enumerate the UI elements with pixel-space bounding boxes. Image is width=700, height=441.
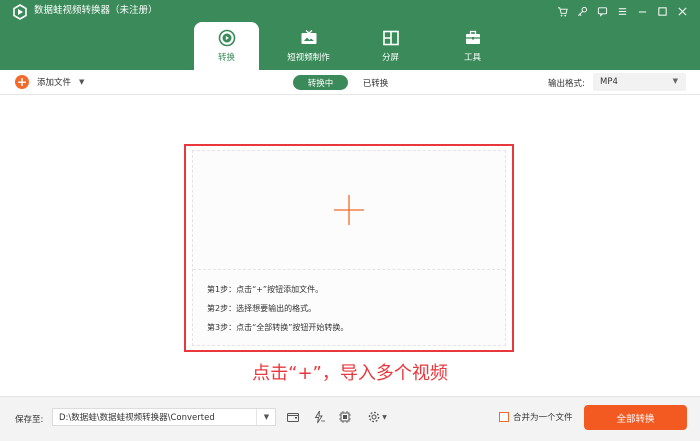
merge-checkbox[interactable]: 合并为一个文件 — [499, 411, 573, 423]
tab-label: 分屏 — [381, 53, 399, 63]
chevron-down-icon[interactable]: ▼ — [256, 409, 276, 425]
output-format-select[interactable]: MP4 ▼ — [593, 73, 686, 91]
tab-label: 短视频制作 — [287, 53, 330, 63]
cart-icon[interactable] — [552, 3, 572, 19]
tab-split-screen[interactable]: 分屏 — [358, 22, 423, 70]
output-format-value: MP4 — [600, 77, 618, 87]
step-1: 第1步：点击“+”按钮添加文件。 — [207, 285, 324, 294]
steps-list: 第1步：点击“+”按钮添加文件。 第2步：选择想要输出的格式。 第3步：点击“全… — [207, 280, 348, 337]
tab-converting[interactable]: 转换中 — [293, 75, 348, 90]
chevron-down-icon: ▼ — [672, 77, 678, 85]
logo-icon — [13, 4, 27, 20]
folder-icon[interactable] — [284, 408, 302, 426]
toolbox-icon — [465, 30, 480, 44]
chat-icon[interactable] — [592, 3, 612, 19]
tab-short-video[interactable]: 短视频制作 — [276, 22, 341, 70]
status-switch: 转换中 已转换 — [293, 75, 403, 90]
minimize-icon[interactable] — [632, 3, 652, 19]
tab-label: 转换 — [217, 53, 235, 63]
gpu-on-icon[interactable] — [336, 408, 354, 426]
key-icon[interactable] — [572, 3, 592, 19]
add-file-button[interactable]: + 添加文件 ▼ — [15, 75, 84, 89]
split-screen-icon — [382, 30, 399, 46]
window-controls — [552, 3, 692, 19]
tv-icon — [301, 30, 316, 44]
output-format-label: 输出格式: — [548, 79, 585, 89]
tab-label: 工具 — [463, 53, 481, 63]
app-header: 数据蛙视频转换器（未注册） 转换 短视频制作 分屏 工具 — [0, 0, 700, 70]
app-title: 数据蛙视频转换器（未注册） — [34, 5, 158, 16]
close-icon[interactable] — [672, 3, 692, 19]
plus-icon: + — [15, 75, 29, 89]
callout-text: 点击“+”，导入多个视频 — [252, 363, 448, 384]
highlight-frame: 第1步：点击“+”按钮添加文件。 第2步：选择想要输出的格式。 第3步：点击“全… — [184, 144, 514, 352]
gear-icon — [368, 411, 380, 423]
tab-tools[interactable]: 工具 — [440, 22, 505, 70]
convert-all-button[interactable]: 全部转换 — [584, 405, 687, 430]
save-to-label: 保存至: — [15, 415, 44, 425]
tab-converted[interactable]: 已转换 — [348, 75, 403, 90]
step-2: 第2步：选择想要输出的格式。 — [207, 304, 317, 313]
tab-convert[interactable]: 转换 — [194, 22, 259, 70]
divider — [193, 269, 505, 270]
merge-label: 合并为一个文件 — [513, 413, 573, 423]
checkbox[interactable] — [499, 412, 509, 422]
chevron-down-icon: ▼ — [382, 413, 387, 421]
hardware-acceleration-off-icon[interactable] — [310, 408, 328, 426]
main-area: 第1步：点击“+”按钮添加文件。 第2步：选择想要输出的格式。 第3步：点击“全… — [0, 96, 700, 396]
plus-icon — [334, 195, 364, 225]
add-file-plus-button[interactable] — [193, 151, 505, 269]
maximize-icon[interactable] — [652, 3, 672, 19]
footer: 保存至: D:\数据蛙\数据蛙视频转换器\Converted ▼ ▼ 合并为一个… — [0, 396, 700, 441]
drop-zone[interactable]: 第1步：点击“+”按钮添加文件。 第2步：选择想要输出的格式。 第3步：点击“全… — [192, 150, 506, 346]
chevron-down-icon[interactable]: ▼ — [79, 78, 84, 86]
save-path-field[interactable]: D:\数据蛙\数据蛙视频转换器\Converted — [52, 408, 276, 426]
convert-icon — [218, 29, 235, 47]
save-path-value: D:\数据蛙\数据蛙视频转换器\Converted — [59, 413, 215, 423]
settings-menu-button[interactable]: ▼ — [364, 408, 390, 426]
main-tabs: 转换 短视频制作 分屏 工具 — [194, 22, 522, 70]
step-3: 第3步：点击“全部转换”按钮开始转换。 — [207, 323, 349, 332]
menu-icon[interactable] — [612, 3, 632, 19]
add-file-label: 添加文件 — [37, 78, 72, 88]
toolbar: + 添加文件 ▼ 转换中 已转换 输出格式: MP4 ▼ — [0, 70, 700, 95]
